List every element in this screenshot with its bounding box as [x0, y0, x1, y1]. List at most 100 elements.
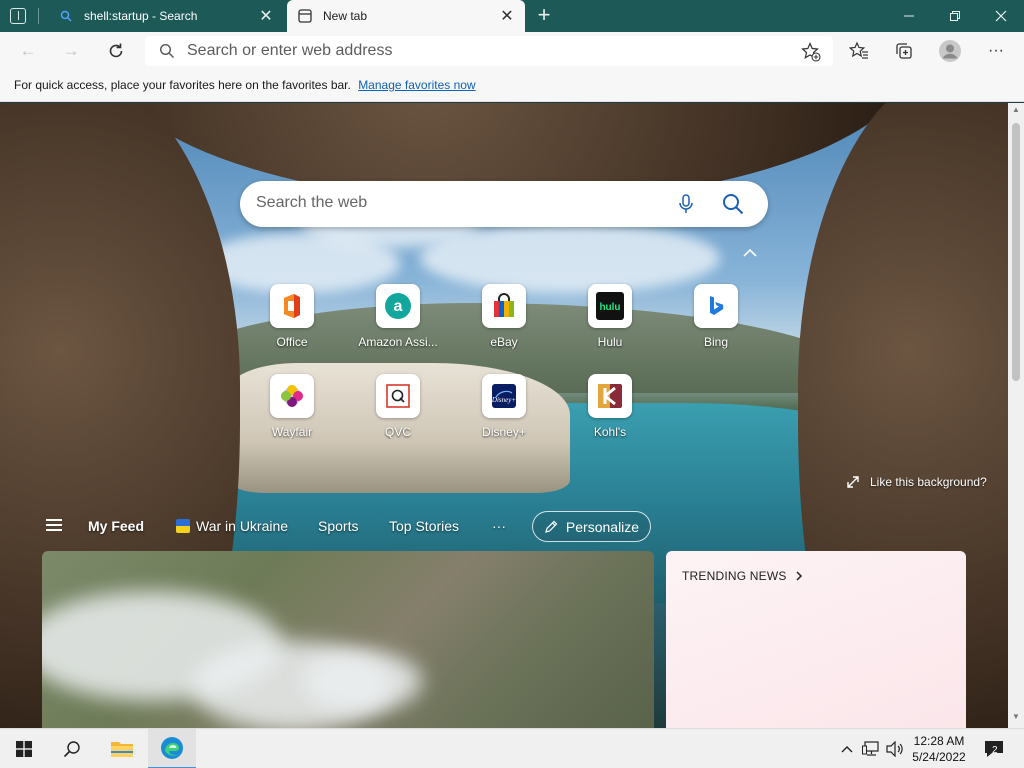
- minimize-icon[interactable]: [886, 0, 932, 32]
- tab-close-icon[interactable]: ✕: [495, 4, 519, 28]
- quick-link-wayfair[interactable]: Wayfair: [247, 374, 337, 439]
- ukraine-flag-icon: [176, 519, 190, 533]
- tab-divider: [38, 8, 39, 24]
- office-icon: [270, 284, 314, 328]
- like-background-button[interactable]: Like this background?: [846, 475, 987, 489]
- feed-navigation: My Feed War in Ukraine Sports Top Storie…: [0, 507, 1008, 545]
- feed-tab-my-feed[interactable]: My Feed: [88, 518, 144, 534]
- quick-link-hulu[interactable]: hulu Hulu: [565, 284, 655, 349]
- tray-chevron-up-icon[interactable]: [836, 739, 858, 759]
- taskbar-search-icon[interactable]: [48, 729, 96, 768]
- svg-text:a: a: [394, 298, 403, 315]
- notification-count-badge: 2: [992, 745, 998, 756]
- feed-tab-label: War in Ukraine: [196, 518, 289, 534]
- add-favorite-icon[interactable]: [801, 42, 821, 67]
- trending-news-header[interactable]: TRENDING NEWS: [682, 569, 803, 583]
- clock-date: 5/24/2022: [912, 750, 966, 764]
- address-bar[interactable]: [145, 36, 833, 66]
- chevron-right-icon: [796, 571, 802, 581]
- scroll-up-icon[interactable]: ▲: [1008, 105, 1024, 119]
- quick-link-ebay[interactable]: eBay: [459, 284, 549, 349]
- search-favicon-icon: [58, 8, 74, 24]
- quick-link-label: Amazon Assi...: [358, 335, 438, 349]
- quick-link-label: QVC: [384, 425, 411, 439]
- kohls-icon: [588, 374, 632, 418]
- forward-arrow-icon[interactable]: →: [57, 37, 85, 65]
- favorites-bar-message: For quick access, place your favorites h…: [14, 78, 476, 92]
- tab-title: shell:startup - Search: [84, 9, 198, 23]
- file-explorer-icon[interactable]: [98, 729, 146, 768]
- expand-icon: [847, 476, 859, 488]
- wayfair-icon: [270, 374, 314, 418]
- quick-link-kohls[interactable]: Kohl's: [565, 374, 655, 439]
- quick-link-label: eBay: [490, 335, 518, 349]
- quick-link-label: Office: [276, 335, 308, 349]
- qvc-icon: [376, 374, 420, 418]
- notification-center-icon[interactable]: 2: [980, 739, 1008, 759]
- window-close-icon[interactable]: [978, 0, 1024, 32]
- new-tab-page: Office a Amazon Assi... eBay hulu Hulu B…: [0, 103, 1008, 728]
- news-card[interactable]: [42, 551, 654, 728]
- address-input[interactable]: [187, 42, 747, 60]
- network-icon[interactable]: [860, 739, 882, 759]
- disney-plus-icon: Disney+: [482, 374, 526, 418]
- svg-text:hulu: hulu: [599, 302, 620, 313]
- windows-taskbar: 12:28 AM 5/24/2022 2: [0, 728, 1024, 768]
- scroll-down-icon[interactable]: ▼: [1008, 712, 1024, 726]
- edge-taskbar-icon[interactable]: [148, 729, 196, 768]
- collections-icon[interactable]: [890, 37, 918, 65]
- page-scrollbar[interactable]: ▲ ▼: [1008, 103, 1024, 728]
- windows-start-icon[interactable]: [0, 729, 48, 768]
- quick-link-label: Kohl's: [593, 425, 627, 439]
- quick-link-bing[interactable]: Bing: [671, 284, 761, 349]
- back-arrow-icon[interactable]: ←: [14, 37, 42, 65]
- quick-link-office[interactable]: Office: [247, 284, 337, 349]
- tab-title: New tab: [323, 9, 368, 23]
- like-background-label: Like this background?: [870, 475, 987, 489]
- browser-title-bar: shell:startup - Search ✕ New tab ✕ +: [0, 0, 1024, 32]
- quick-link-disney-plus[interactable]: Disney+ Disney+: [459, 374, 549, 439]
- personalize-button[interactable]: Personalize: [532, 511, 651, 542]
- favorites-bar: For quick access, place your favorites h…: [0, 70, 1024, 102]
- personalize-label: Personalize: [565, 518, 640, 535]
- feed-more-icon[interactable]: ···: [492, 518, 506, 534]
- new-tab-plus-icon[interactable]: +: [532, 4, 556, 28]
- trending-news-title: TRENDING NEWS: [682, 569, 787, 583]
- tab-close-icon[interactable]: ✕: [254, 4, 278, 28]
- manage-favorites-link[interactable]: Manage favorites now: [358, 78, 475, 92]
- web-search-box[interactable]: [240, 181, 768, 227]
- quick-link-label: Disney+: [482, 425, 526, 439]
- hulu-icon: hulu: [588, 284, 632, 328]
- more-options-icon[interactable]: ···: [982, 37, 1010, 65]
- favorites-icon[interactable]: [845, 37, 873, 65]
- scrollbar-thumb[interactable]: [1012, 123, 1020, 381]
- system-clock[interactable]: 12:28 AM 5/24/2022: [907, 733, 971, 765]
- profile-avatar-icon[interactable]: [936, 37, 964, 65]
- quick-link-amazon-assistant[interactable]: a Amazon Assi...: [353, 284, 443, 349]
- volume-icon[interactable]: [884, 739, 906, 759]
- amazon-assistant-icon: a: [376, 284, 420, 328]
- search-submit-icon[interactable]: [722, 193, 744, 220]
- tab-new-tab[interactable]: New tab ✕: [287, 0, 525, 32]
- search-icon: [159, 43, 175, 64]
- quick-link-qvc[interactable]: QVC: [353, 374, 443, 439]
- web-search-input[interactable]: [256, 194, 656, 212]
- quick-link-label: Bing: [703, 335, 729, 349]
- new-tab-favicon-icon: [297, 8, 313, 24]
- tab-actions-icon[interactable]: [10, 8, 26, 24]
- refresh-icon[interactable]: [102, 37, 130, 65]
- browser-toolbar: ← → ···: [0, 32, 1024, 70]
- trending-news-card[interactable]: TRENDING NEWS: [666, 551, 966, 728]
- feed-tab-war-in-ukraine[interactable]: War in Ukraine: [176, 518, 288, 534]
- hamburger-menu-icon[interactable]: [46, 519, 62, 531]
- ebay-icon: [482, 284, 526, 328]
- restore-icon[interactable]: [932, 0, 978, 32]
- clock-time: 12:28 AM: [913, 734, 965, 748]
- quick-link-label: Hulu: [597, 335, 623, 349]
- feed-tab-top-stories[interactable]: Top Stories: [389, 518, 459, 534]
- tab-shell-startup[interactable]: shell:startup - Search ✕: [38, 0, 284, 32]
- bing-icon: [694, 284, 738, 328]
- microphone-icon[interactable]: [678, 194, 694, 219]
- feed-tab-sports[interactable]: Sports: [318, 518, 358, 534]
- collapse-chevron-icon[interactable]: [740, 245, 760, 261]
